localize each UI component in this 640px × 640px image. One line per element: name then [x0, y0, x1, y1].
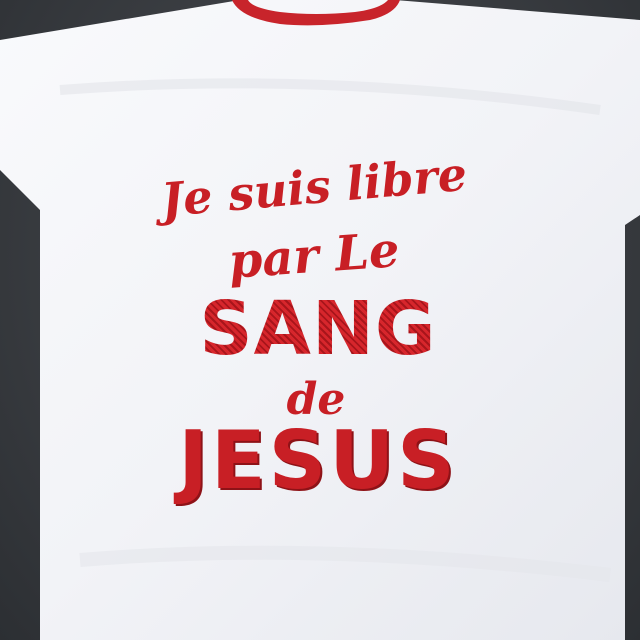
shirt-print: Je suis libre par Le SANG de JESUS — [0, 0, 640, 640]
print-line-3: SANG — [0, 286, 638, 372]
photo-scene: Je suis libre par Le SANG de JESUS — [0, 0, 640, 640]
print-line-5: JESUS — [0, 414, 638, 507]
print-line-5-text: JESUS — [178, 414, 458, 507]
